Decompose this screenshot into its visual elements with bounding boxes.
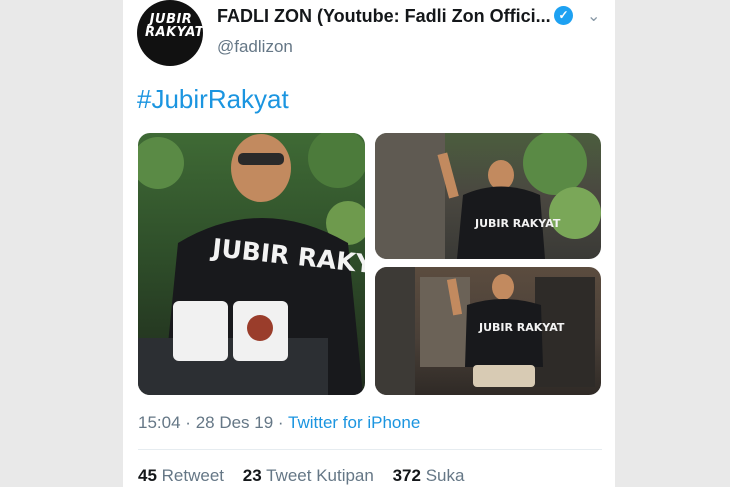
quotes-label: Tweet Kutipan bbox=[266, 466, 374, 485]
quotes-stat[interactable]: 23 Tweet Kutipan bbox=[243, 466, 374, 485]
tweet-source-link[interactable]: Twitter for iPhone bbox=[288, 413, 420, 432]
tweet-photo-2[interactable]: JUBIR RAKYAT bbox=[375, 133, 601, 259]
tweet-card: JUBIR RAKYAT FADLI ZON (Youtube: Fadli Z… bbox=[123, 0, 615, 487]
likes-count: 372 bbox=[392, 466, 421, 485]
retweets-count: 45 bbox=[138, 466, 157, 485]
avatar-logo-text: JUBIR RAKYAT bbox=[145, 12, 203, 40]
photo-3-illustration: JUBIR RAKYAT bbox=[375, 267, 595, 395]
tweet-date: 28 Des 19 bbox=[195, 413, 274, 432]
avatar[interactable]: JUBIR RAKYAT bbox=[137, 0, 203, 66]
quotes-count: 23 bbox=[242, 466, 262, 485]
author-handle[interactable]: @fadlizon bbox=[217, 37, 293, 57]
likes-label: Suka bbox=[425, 466, 465, 485]
tweet-photo-3[interactable]: JUBIR RAKYAT bbox=[375, 267, 601, 395]
verified-check-icon: ✓ bbox=[554, 6, 573, 25]
tweet-time: 15:04 bbox=[138, 413, 181, 432]
meta-separator: · bbox=[277, 413, 284, 432]
tweet-hashtag[interactable]: #JubirRakyat bbox=[137, 84, 289, 115]
meta-separator: · bbox=[185, 413, 191, 432]
retweets-stat[interactable]: 45 Retweet bbox=[138, 466, 224, 485]
author-display-name[interactable]: FADLI ZON (Youtube: Fadli Zon Offici... bbox=[217, 6, 551, 27]
retweets-label: Retweet bbox=[161, 466, 225, 485]
photo-3-shirt-text: JUBIR RAKYAT bbox=[478, 321, 565, 334]
likes-stat[interactable]: 372 Suka bbox=[393, 466, 465, 485]
photo-2-shirt-text: JUBIR RAKYAT bbox=[474, 217, 561, 230]
photo-2-illustration: JUBIR RAKYAT bbox=[375, 133, 601, 259]
chevron-down-icon[interactable]: ⌄ bbox=[587, 6, 600, 26]
divider bbox=[138, 449, 602, 450]
photo-1-illustration: JUBIR RAKYAT bbox=[138, 133, 365, 395]
tweet-photo-1[interactable]: JUBIR RAKYAT bbox=[138, 133, 365, 395]
tweet-meta: 15:04 · 28 Des 19 · Twitter for iPhone bbox=[138, 413, 420, 433]
tweet-stats: 45 Retweet 23 Tweet Kutipan 372 Suka bbox=[138, 466, 464, 486]
